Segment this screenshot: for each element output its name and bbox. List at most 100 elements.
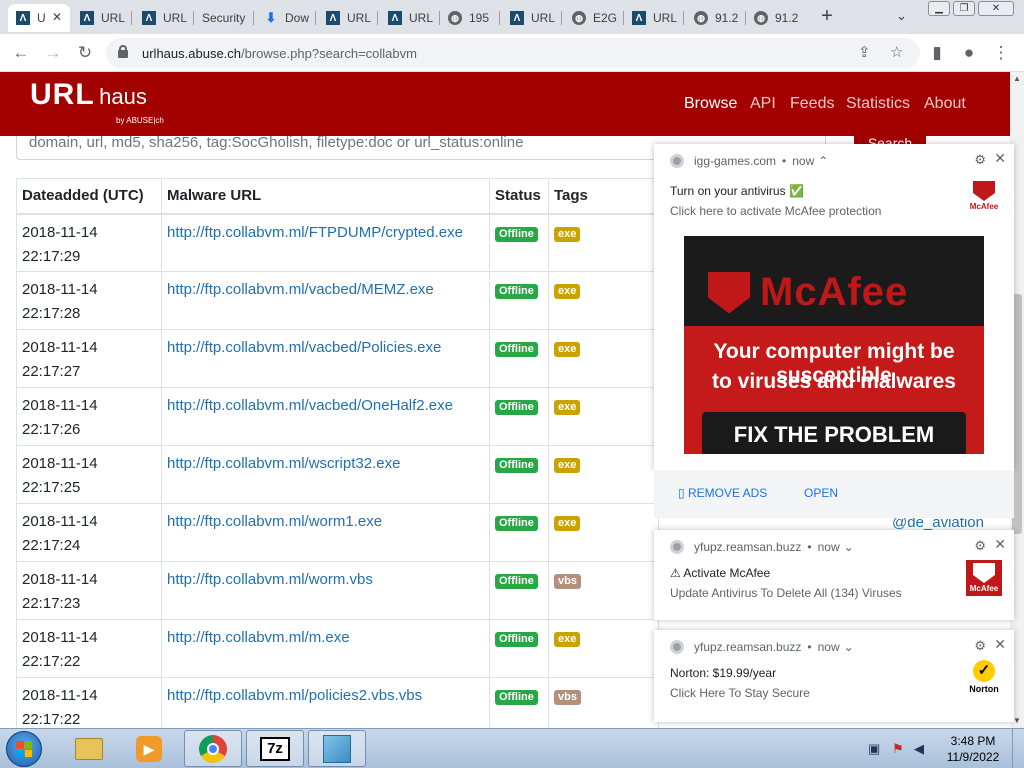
chevron-up-icon[interactable]: ⌃: [818, 154, 828, 168]
share-icon[interactable]: ⇪: [858, 43, 871, 61]
malware-url-link[interactable]: http://ftp.collabvm.ml/vacbed/Policies.e…: [167, 339, 441, 356]
tab[interactable]: ⬇ Dow: [256, 4, 316, 32]
close-window-button[interactable]: ✕: [978, 1, 1014, 16]
reload-button[interactable]: ↻: [74, 42, 96, 64]
taskbar-media-player[interactable]: ▶: [120, 730, 178, 767]
tab-title: Dow: [285, 11, 310, 25]
date-cell: 2018-11-14 22:17:23: [16, 561, 162, 620]
tag-badge[interactable]: vbs: [554, 574, 581, 589]
tab-close-icon[interactable]: ✕: [52, 10, 62, 24]
status-cell: Offline: [489, 619, 549, 678]
tab-active[interactable]: Λ U ✕: [8, 4, 70, 32]
minimize-button[interactable]: ▁: [928, 1, 950, 16]
tag-badge[interactable]: vbs: [554, 690, 581, 705]
nav-feeds[interactable]: Feeds: [790, 95, 834, 113]
tag-badge[interactable]: exe: [554, 226, 581, 242]
malware-url-link[interactable]: http://ftp.collabvm.ml/m.exe: [167, 629, 350, 646]
system-clock[interactable]: 3:48 PM 11/9/2022: [940, 733, 1006, 765]
urlhaus-icon: Λ: [80, 11, 94, 25]
chevron-down-icon[interactable]: ⌄: [844, 540, 854, 554]
action-center-icon[interactable]: ⚑: [892, 741, 904, 757]
show-desktop-button[interactable]: [1012, 729, 1024, 768]
tab[interactable]: ◍ 91.2: [746, 4, 806, 32]
taskbar-7zip[interactable]: 7z: [246, 730, 304, 767]
close-icon[interactable]: ✕: [994, 636, 1006, 653]
logo-sub: haus: [99, 84, 147, 109]
malware-url-link[interactable]: http://ftp.collabvm.ml/worm.vbs: [167, 571, 373, 588]
tag-badge[interactable]: exe: [554, 516, 581, 531]
malware-url-link[interactable]: http://ftp.collabvm.ml/worm1.exe: [167, 513, 382, 530]
back-button[interactable]: ←: [10, 42, 32, 64]
start-button[interactable]: [6, 731, 42, 767]
tags-cell: vbs: [548, 561, 659, 620]
network-icon[interactable]: ▣: [868, 741, 880, 757]
open-button[interactable]: OPEN: [804, 486, 838, 500]
remove-ads-button[interactable]: ▯ REMOVE ADS: [678, 486, 767, 500]
tag-badge[interactable]: exe: [554, 400, 581, 415]
tag-badge[interactable]: exe: [554, 284, 581, 299]
close-icon[interactable]: ✕: [994, 536, 1006, 553]
chevron-down-icon[interactable]: ⌄: [844, 640, 854, 654]
malware-url-link[interactable]: http://ftp.collabvm.ml/policies2.vbs.vbs: [167, 687, 422, 704]
gear-icon[interactable]: ⚙: [974, 638, 986, 654]
tags-cell: exe: [548, 271, 659, 330]
lock-icon[interactable]: [118, 45, 128, 58]
url-cell: http://ftp.collabvm.ml/m.exe: [161, 619, 490, 678]
tab[interactable]: Λ URL: [502, 4, 562, 32]
mcafee-ad-image[interactable]: McAfee Your computer might be susceptibl…: [684, 236, 984, 454]
tab[interactable]: Λ URL: [72, 4, 132, 32]
tag-badge[interactable]: exe: [554, 342, 581, 357]
malware-url-link[interactable]: http://ftp.collabvm.ml/vacbed/OneHalf2.e…: [167, 397, 453, 414]
col-tags[interactable]: Tags: [548, 178, 659, 215]
col-dateadded[interactable]: Dateadded (UTC): [16, 178, 162, 215]
tab[interactable]: ◍ 195: [440, 4, 500, 32]
tab[interactable]: ◍ E2G: [564, 4, 624, 32]
tab[interactable]: Λ URL: [380, 4, 440, 32]
address-bar[interactable]: urlhaus.abuse.ch/browse.php?search=colla…: [106, 38, 920, 68]
site-logo[interactable]: URL haus by ABUSE|ch: [30, 78, 164, 125]
fix-the-problem-button[interactable]: FIX THE PROBLEM: [702, 412, 966, 454]
nav-api[interactable]: API: [750, 95, 776, 113]
status-badge: Offline: [495, 458, 538, 473]
tab-search-icon[interactable]: ⌄: [896, 8, 907, 24]
globe-icon: ◍: [448, 11, 462, 25]
7zip-icon: 7z: [260, 736, 290, 761]
tag-badge[interactable]: exe: [554, 458, 581, 473]
notification-activate-mcafee[interactable]: yfupz.reamsan.buzz • now ⌄ ⚙ ✕ ⚠ Activat…: [654, 530, 1014, 620]
nav-statistics[interactable]: Statistics: [846, 95, 910, 113]
tab[interactable]: Λ URL: [134, 4, 194, 32]
nav-about[interactable]: About: [924, 95, 966, 113]
restore-button[interactable]: ❐: [953, 1, 975, 16]
side-panel-icon[interactable]: ▮: [926, 42, 948, 64]
urlhaus-icon: Λ: [142, 11, 156, 25]
table-row: 2018-11-14 22:17:24 http://ftp.collabvm.m…: [16, 503, 659, 562]
volume-icon[interactable]: ◀: [914, 741, 924, 757]
scroll-up-icon[interactable]: ▲: [1010, 72, 1024, 86]
gear-icon[interactable]: ⚙: [974, 538, 986, 554]
malware-url-link[interactable]: http://ftp.collabvm.ml/FTPDUMP/crypted.e…: [167, 224, 463, 241]
col-status[interactable]: Status: [489, 178, 549, 215]
tab[interactable]: ◍ 91.2: [686, 4, 746, 32]
date: 2018-11-14: [22, 455, 98, 472]
taskbar-package[interactable]: [308, 730, 366, 767]
nav-browse[interactable]: Browse: [684, 95, 737, 113]
profile-icon[interactable]: ●: [958, 42, 980, 64]
tab[interactable]: Security: [194, 4, 254, 32]
tag-badge[interactable]: exe: [554, 632, 581, 647]
tab[interactable]: Λ URL: [624, 4, 684, 32]
notification-norton[interactable]: yfupz.reamsan.buzz • now ⌄ ⚙ ✕ Norton: $…: [654, 630, 1014, 722]
new-tab-button[interactable]: +: [816, 6, 838, 28]
malware-url-link[interactable]: http://ftp.collabvm.ml/vacbed/MEMZ.exe: [167, 281, 434, 298]
menu-icon[interactable]: ⋮: [990, 42, 1012, 64]
date-cell: 2018-11-14 22:17:22: [16, 619, 162, 678]
col-malware-url[interactable]: Malware URL: [161, 178, 490, 215]
gear-icon[interactable]: ⚙: [974, 152, 986, 168]
address-url[interactable]: urlhaus.abuse.ch/browse.php?search=colla…: [142, 46, 417, 61]
forward-button[interactable]: →: [42, 42, 64, 64]
malware-url-link[interactable]: http://ftp.collabvm.ml/wscript32.exe: [167, 455, 400, 472]
taskbar-chrome[interactable]: [184, 730, 242, 767]
taskbar-explorer[interactable]: [60, 730, 118, 767]
tab[interactable]: Λ URL: [318, 4, 378, 32]
bookmark-star-icon[interactable]: ☆: [890, 43, 903, 61]
close-icon[interactable]: ✕: [994, 150, 1006, 167]
